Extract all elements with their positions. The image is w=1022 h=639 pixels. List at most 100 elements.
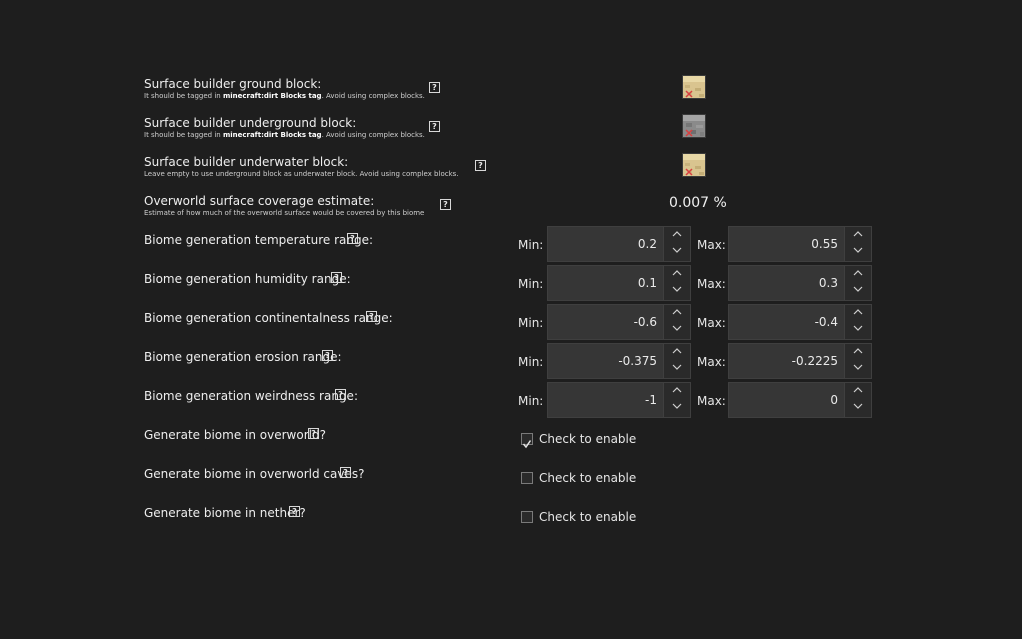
erosion-max-decrement[interactable] — [845, 361, 871, 378]
continentalness-min-input[interactable]: -0.6 — [548, 305, 664, 339]
temperature-max-input[interactable]: 0.55 — [729, 227, 845, 261]
erosion-min-label: Min: — [518, 355, 544, 369]
humidity-max-input[interactable]: 0.3 — [729, 266, 845, 300]
chevron-up-icon — [672, 270, 682, 276]
erosion-max-label: Max: — [697, 355, 726, 369]
ground-block-desc: It should be tagged in minecraft:dirt Bl… — [144, 92, 425, 101]
ground-block-selector[interactable] — [682, 75, 706, 99]
temperature-max-increment[interactable] — [845, 227, 871, 244]
underground-block-desc-tag: minecraft:dirt Blocks tag — [222, 131, 322, 139]
ground-block-title: Surface builder ground block: — [144, 77, 322, 91]
gen-overworld-checkbox[interactable] — [521, 433, 533, 449]
chevron-down-icon — [672, 325, 682, 331]
gen-overworld-help-icon[interactable]: ? — [308, 428, 319, 439]
temperature-min-increment[interactable] — [664, 227, 690, 244]
underwater-block-selector[interactable] — [682, 153, 706, 177]
temperature-min-decrement[interactable] — [664, 244, 690, 261]
chevron-up-icon — [853, 309, 863, 315]
coverage-help-icon[interactable]: ? — [440, 199, 451, 210]
erosion-max-input[interactable]: -0.2225 — [729, 344, 845, 378]
humidity-max-decrement[interactable] — [845, 283, 871, 300]
humidity-help-icon[interactable]: ? — [331, 272, 342, 283]
weirdness-max-stepper: 0 — [728, 382, 872, 418]
gen-nether-checkbox[interactable] — [521, 511, 533, 523]
temperature-min-stepper: 0.2 — [547, 226, 691, 262]
temperature-max-label: Max: — [697, 238, 726, 252]
temperature-help-icon[interactable]: ? — [347, 233, 358, 244]
temperature-min-input[interactable]: 0.2 — [548, 227, 664, 261]
underwater-block-row: Surface builder underwater block: Leave … — [144, 155, 459, 183]
underwater-block-desc: Leave empty to use underground block as … — [144, 170, 459, 178]
underground-block-help-icon[interactable]: ? — [429, 121, 440, 132]
gen-overworld-checkbox-label[interactable]: Check to enable — [539, 432, 636, 446]
erosion-range-title: Biome generation erosion range: — [144, 350, 342, 364]
continentalness-range-title: Biome generation continentalness range: — [144, 311, 393, 325]
humidity-max-label: Max: — [697, 277, 726, 291]
gen-nether-help-icon[interactable]: ? — [289, 506, 300, 517]
chevron-down-icon — [672, 286, 682, 292]
weirdness-help-icon[interactable]: ? — [335, 389, 346, 400]
weirdness-max-increment[interactable] — [845, 383, 871, 400]
ground-block-help-icon[interactable]: ? — [429, 82, 440, 93]
chevron-down-icon — [853, 286, 863, 292]
weirdness-min-input[interactable]: -1 — [548, 383, 664, 417]
continentalness-min-decrement[interactable] — [664, 322, 690, 339]
gen-nether-title: Generate biome in nether? — [144, 506, 306, 520]
weirdness-min-increment[interactable] — [664, 383, 690, 400]
underground-block-selector[interactable] — [682, 114, 706, 138]
stone-block-icon — [683, 115, 705, 137]
chevron-down-icon — [672, 403, 682, 409]
chevron-down-icon — [853, 325, 863, 331]
erosion-help-icon[interactable]: ? — [322, 350, 333, 361]
weirdness-max-decrement[interactable] — [845, 400, 871, 417]
continentalness-max-input[interactable]: -0.4 — [729, 305, 845, 339]
chevron-down-icon — [672, 247, 682, 253]
gen-caves-checkbox-label[interactable]: Check to enable — [539, 471, 636, 485]
ground-block-desc-prefix: It should be tagged in — [144, 92, 223, 100]
chevron-up-icon — [853, 231, 863, 237]
checkmark-icon — [522, 440, 532, 449]
humidity-max-stepper: 0.3 — [728, 265, 872, 301]
continentalness-max-decrement[interactable] — [845, 322, 871, 339]
erosion-max-stepper: -0.2225 — [728, 343, 872, 379]
gen-caves-checkbox[interactable] — [521, 472, 533, 484]
continentalness-min-increment[interactable] — [664, 305, 690, 322]
gen-caves-help-icon[interactable]: ? — [340, 467, 351, 478]
chevron-down-icon — [853, 403, 863, 409]
weirdness-min-decrement[interactable] — [664, 400, 690, 417]
erosion-max-increment[interactable] — [845, 344, 871, 361]
underwater-block-title: Surface builder underwater block: — [144, 155, 349, 169]
weirdness-max-input[interactable]: 0 — [729, 383, 845, 417]
erosion-min-increment[interactable] — [664, 344, 690, 361]
temperature-max-stepper: 0.55 — [728, 226, 872, 262]
coverage-row: Overworld surface coverage estimate: Est… — [144, 194, 424, 222]
erosion-min-input[interactable]: -0.375 — [548, 344, 664, 378]
chevron-down-icon — [853, 364, 863, 370]
weirdness-range-title: Biome generation weirdness range: — [144, 389, 358, 403]
humidity-max-increment[interactable] — [845, 266, 871, 283]
continentalness-max-stepper: -0.4 — [728, 304, 872, 340]
gen-nether-checkbox-label[interactable]: Check to enable — [539, 510, 636, 524]
humidity-min-input[interactable]: 0.1 — [548, 266, 664, 300]
humidity-range-title: Biome generation humidity range: — [144, 272, 351, 286]
chevron-up-icon — [672, 309, 682, 315]
erosion-min-decrement[interactable] — [664, 361, 690, 378]
continentalness-max-label: Max: — [697, 316, 726, 330]
weirdness-max-label: Max: — [697, 394, 726, 408]
temperature-max-decrement[interactable] — [845, 244, 871, 261]
chevron-up-icon — [853, 348, 863, 354]
continentalness-min-label: Min: — [518, 316, 544, 330]
underground-block-row: Surface builder underground block: It sh… — [144, 116, 425, 144]
chevron-down-icon — [672, 364, 682, 370]
continentalness-max-increment[interactable] — [845, 305, 871, 322]
chevron-down-icon — [853, 247, 863, 253]
humidity-min-decrement[interactable] — [664, 283, 690, 300]
continentalness-min-stepper: -0.6 — [547, 304, 691, 340]
humidity-min-stepper: 0.1 — [547, 265, 691, 301]
humidity-min-increment[interactable] — [664, 266, 690, 283]
chevron-up-icon — [672, 387, 682, 393]
continentalness-help-icon[interactable]: ? — [366, 311, 377, 322]
sandstone-block-icon — [683, 76, 705, 98]
sandstone-block-icon — [683, 154, 705, 176]
underwater-block-help-icon[interactable]: ? — [475, 160, 486, 171]
